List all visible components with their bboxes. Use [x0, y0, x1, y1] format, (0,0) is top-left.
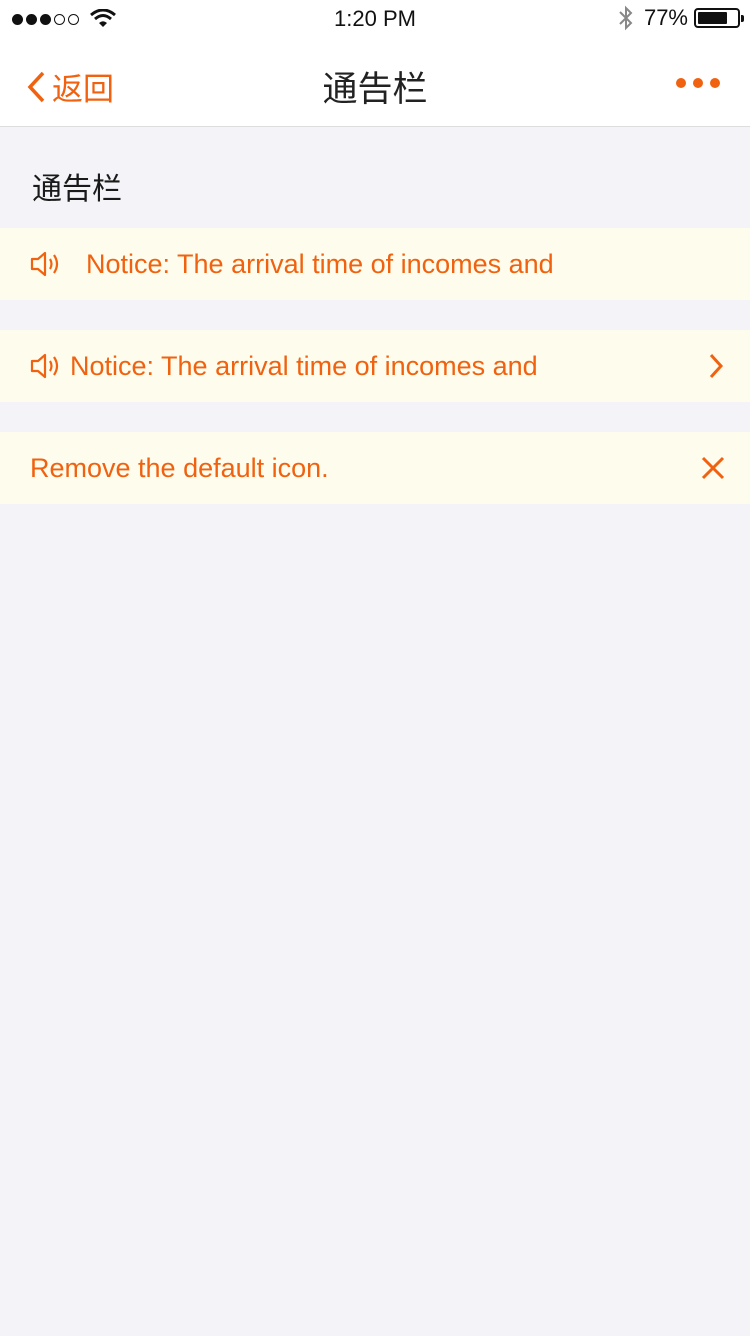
noticebar-link[interactable]: Notice: The arrival time of incomes and	[0, 330, 750, 402]
notice-text: Notice: The arrival time of incomes and	[86, 248, 554, 279]
status-bar: 1:20 PM 77%	[0, 0, 750, 40]
notice-text: Remove the default icon.	[30, 452, 329, 483]
speaker-icon	[30, 250, 62, 278]
speaker-icon	[30, 352, 62, 380]
more-dot-icon	[710, 78, 720, 88]
more-dot-icon	[693, 78, 703, 88]
noticebar-closable: Remove the default icon.	[0, 432, 750, 504]
bluetooth-icon	[619, 5, 633, 31]
noticebar-basic[interactable]: Notice: The arrival time of incomes and	[0, 228, 750, 300]
chevron-right-icon[interactable]	[706, 352, 726, 387]
battery-fill	[698, 12, 727, 24]
battery-icon	[694, 8, 744, 28]
nav-bar: 返回 通告栏	[0, 40, 750, 127]
section-title: 通告栏	[32, 173, 122, 206]
page-title: 通告栏	[322, 70, 428, 109]
more-button[interactable]	[669, 78, 720, 88]
notice-text: Notice: The arrival time of incomes and	[70, 350, 538, 381]
more-dot-icon	[676, 78, 686, 88]
battery-percent: 77%	[643, 5, 688, 30]
status-right: 77%	[618, 5, 744, 31]
close-icon[interactable]	[700, 454, 726, 489]
